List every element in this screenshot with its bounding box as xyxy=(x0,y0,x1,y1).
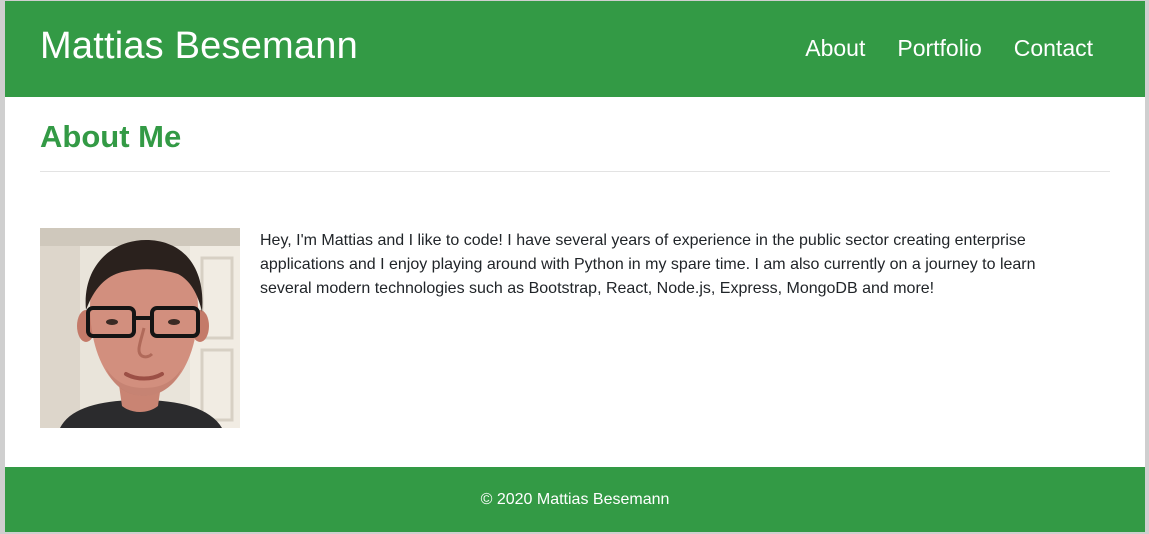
nav-about-link[interactable]: About xyxy=(789,33,881,63)
brand-link[interactable]: Mattias Besemann xyxy=(40,21,358,71)
footer: © 2020 Mattias Besemann xyxy=(5,467,1145,532)
title-divider xyxy=(40,171,1110,172)
page: Mattias Besemann About Portfolio Contact… xyxy=(5,1,1145,532)
profile-photo xyxy=(40,228,240,428)
bio-text: Hey, I'm Mattias and I like to code! I h… xyxy=(260,232,1036,297)
navbar: Mattias Besemann About Portfolio Contact xyxy=(5,1,1145,97)
nav-portfolio-link[interactable]: Portfolio xyxy=(881,33,997,63)
main-content: About Me Hey, I'm Mattias and I like to … xyxy=(40,97,1110,467)
page-title: About Me xyxy=(40,119,182,154)
footer-copyright: © 2020 Mattias Besemann xyxy=(480,491,670,508)
nav-links: About Portfolio Contact xyxy=(789,1,1145,97)
nav-contact-link[interactable]: Contact xyxy=(998,33,1109,63)
profile-photo-illustration xyxy=(40,228,240,428)
